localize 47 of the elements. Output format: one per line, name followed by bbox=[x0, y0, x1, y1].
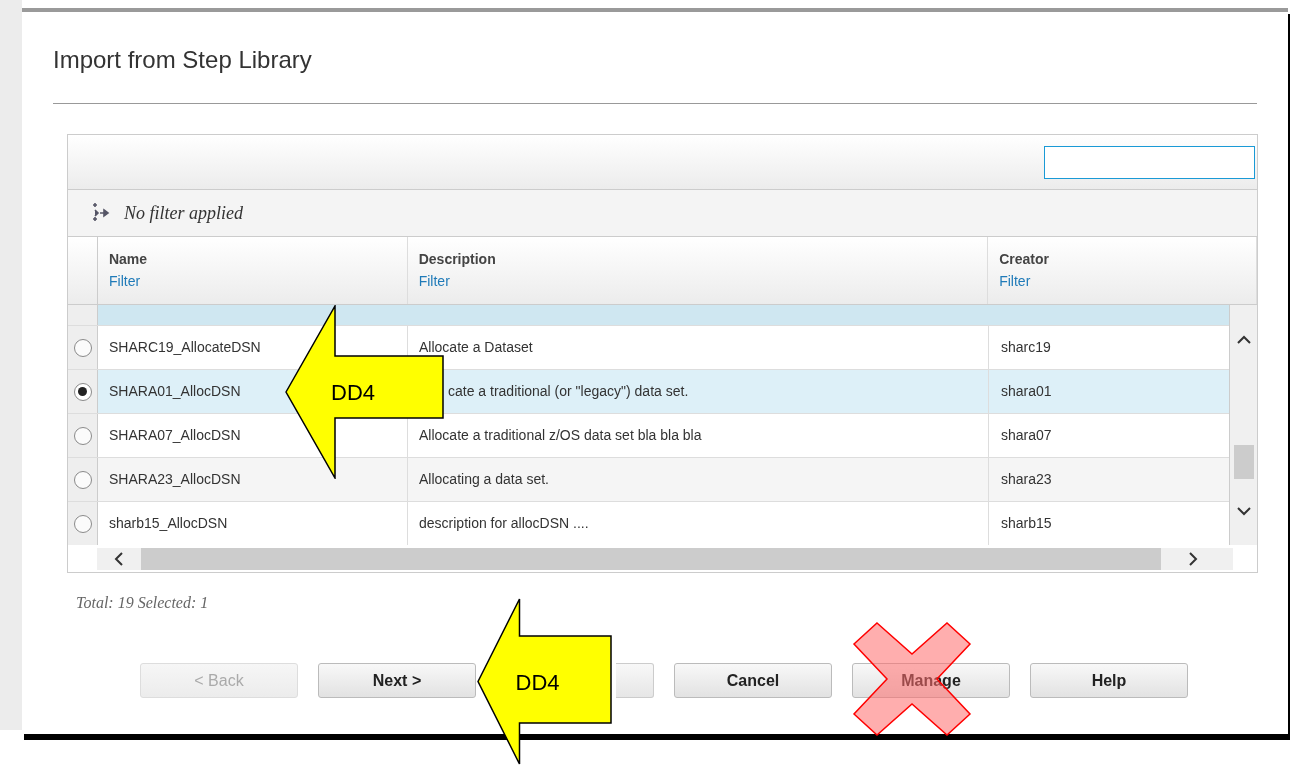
vertical-scrollbar[interactable] bbox=[1229, 305, 1257, 545]
callout-label: DD4 bbox=[515, 668, 560, 696]
table-cell-text: sharb15_AllocDSN bbox=[109, 514, 228, 533]
radio-button[interactable] bbox=[73, 514, 92, 533]
selection-summary: Total: 19 Selected: 1 bbox=[76, 593, 209, 613]
radio-button[interactable] bbox=[73, 426, 92, 445]
filter-link[interactable]: Filter bbox=[999, 271, 1031, 292]
table-row[interactable]: sharb15_AllocDSN description for allocDSN .... sharb15 bbox=[68, 501, 1229, 545]
filter-link[interactable]: Filter bbox=[418, 271, 450, 292]
search-field[interactable] bbox=[1044, 145, 1255, 179]
table-cell-text: sharc19 bbox=[1001, 338, 1051, 357]
table-row[interactable]: SHARA07_AllocDSN Allocate a traditional z/OS data set bla bla bla shara07 bbox=[68, 413, 1229, 457]
table-cell-text: Allocate a traditional z/OS data set bla bla bla bbox=[419, 426, 702, 445]
dialog-title: Import from Step Library bbox=[53, 45, 312, 75]
table-row[interactable]: SHARC19_AllocateDSN Allocate a Dataset sharc19 bbox=[68, 325, 1229, 369]
callout-label: DD4 bbox=[331, 378, 375, 407]
table-cell-text: SHARA23_AllocDSN bbox=[109, 470, 241, 489]
table-row[interactable]: SHARA23_AllocDSN Allocating a data set. shara23 bbox=[68, 457, 1229, 501]
dialog-button[interactable]: Cancel bbox=[674, 663, 832, 698]
table-cell-text: shara07 bbox=[1001, 426, 1052, 445]
filter-arrows-icon bbox=[90, 202, 112, 224]
dialog-button[interactable]: Next > bbox=[318, 663, 476, 698]
filter-link[interactable]: Filter bbox=[108, 271, 141, 292]
table-cell-text: cate a traditional (or "legacy") data set. bbox=[448, 382, 689, 401]
table-cell-text: shara23 bbox=[1001, 470, 1052, 489]
table-cell-text: Allocating a data set. bbox=[419, 470, 549, 489]
table-cell-text: shara01 bbox=[1001, 382, 1052, 401]
table-cell-text: SHARC19_AllocateDSN bbox=[109, 338, 261, 357]
table-cell-text: SHARA01_AllocDSN bbox=[109, 382, 241, 401]
table-cell-text: Allocate a Dataset bbox=[419, 338, 533, 357]
table-cell-text: sharb15 bbox=[1001, 514, 1052, 533]
column-header: Description bbox=[418, 250, 496, 269]
scroll-thumb[interactable] bbox=[1234, 445, 1254, 479]
dialog-button[interactable]: Help bbox=[1030, 663, 1188, 698]
column-header: Creator bbox=[999, 250, 1049, 269]
button-edge[interactable] bbox=[616, 663, 654, 698]
table-cell-text: SHARA07_AllocDSN bbox=[109, 426, 241, 445]
table-cell-text: description for allocDSN .... bbox=[419, 514, 589, 533]
radio-button[interactable] bbox=[73, 338, 92, 357]
scroll-left-icon[interactable] bbox=[114, 551, 124, 566]
column-header: Name bbox=[108, 250, 148, 269]
scroll-up-icon[interactable] bbox=[1237, 335, 1251, 345]
radio-button[interactable] bbox=[73, 470, 92, 489]
scroll-down-icon[interactable] bbox=[1237, 506, 1251, 516]
scroll-right-icon[interactable] bbox=[1188, 551, 1198, 566]
radio-button[interactable] bbox=[73, 382, 92, 401]
filter-status: No filter applied bbox=[124, 201, 243, 225]
